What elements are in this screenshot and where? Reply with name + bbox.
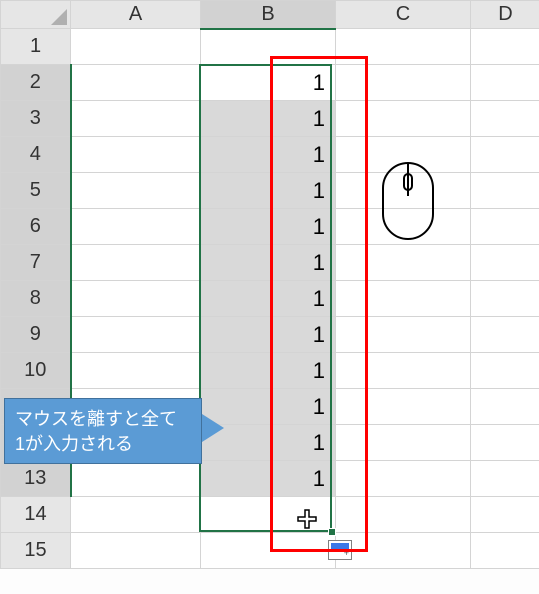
callout-line1: マウスを離すと全て: [15, 409, 177, 429]
cell-b5[interactable]: 1: [201, 173, 336, 209]
cell-d7[interactable]: [471, 245, 539, 281]
cell-c14[interactable]: [336, 497, 471, 533]
row-header-5[interactable]: 5: [1, 173, 71, 209]
cell-b4[interactable]: 1: [201, 137, 336, 173]
cell-a7[interactable]: [71, 245, 201, 281]
cell-d13[interactable]: [471, 461, 539, 497]
cell-d5[interactable]: [471, 173, 539, 209]
cell-b9[interactable]: 1: [201, 317, 336, 353]
cell-b2[interactable]: 1: [201, 65, 336, 101]
cell-value: 1: [201, 142, 325, 168]
row-header-3[interactable]: 3: [1, 101, 71, 137]
cell-d4[interactable]: [471, 137, 539, 173]
cell-c2[interactable]: [336, 65, 471, 101]
cell-c1[interactable]: [336, 29, 471, 65]
annotation-callout: マウスを離すと全て 1が入力される: [4, 398, 202, 464]
cell-d2[interactable]: [471, 65, 539, 101]
select-all-corner[interactable]: [1, 1, 71, 29]
cell-b8[interactable]: 1: [201, 281, 336, 317]
cell-a2[interactable]: [71, 65, 201, 101]
cell-value: 1: [201, 322, 325, 348]
cell-a10[interactable]: [71, 353, 201, 389]
column-header-d[interactable]: D: [471, 1, 539, 29]
autofill-options-button[interactable]: +: [328, 540, 352, 560]
cell-c9[interactable]: [336, 317, 471, 353]
cell-d14[interactable]: [471, 497, 539, 533]
cell-b1[interactable]: [201, 29, 336, 65]
cell-c13[interactable]: [336, 461, 471, 497]
callout-arrow: [202, 414, 224, 442]
cell-c8[interactable]: [336, 281, 471, 317]
cell-b13[interactable]: 1: [201, 461, 336, 497]
row-header-1[interactable]: 1: [1, 29, 71, 65]
cell-value: 1: [201, 178, 325, 204]
cell-d15[interactable]: [471, 533, 539, 569]
cell-b7[interactable]: 1: [201, 245, 336, 281]
cell-b15[interactable]: [201, 533, 336, 569]
fill-handle[interactable]: [328, 528, 336, 536]
cell-c7[interactable]: [336, 245, 471, 281]
row-header-10[interactable]: 10: [1, 353, 71, 389]
cell-a8[interactable]: [71, 281, 201, 317]
cell-a15[interactable]: [71, 533, 201, 569]
cell-c10[interactable]: [336, 353, 471, 389]
column-header-c[interactable]: C: [336, 1, 471, 29]
cell-d11[interactable]: [471, 389, 539, 425]
cell-d10[interactable]: [471, 353, 539, 389]
cell-a13[interactable]: [71, 461, 201, 497]
cell-a5[interactable]: [71, 173, 201, 209]
cell-b14[interactable]: [201, 497, 336, 533]
row-header-13[interactable]: 13: [1, 461, 71, 497]
cell-value: 1: [201, 214, 325, 240]
cell-d9[interactable]: [471, 317, 539, 353]
cell-a9[interactable]: [71, 317, 201, 353]
row-header-9[interactable]: 9: [1, 317, 71, 353]
cell-a4[interactable]: [71, 137, 201, 173]
cell-value: 1: [201, 466, 325, 492]
cell-a1[interactable]: [71, 29, 201, 65]
cell-b10[interactable]: 1: [201, 353, 336, 389]
cell-value: 1: [201, 250, 325, 276]
cell-d1[interactable]: [471, 29, 539, 65]
cell-a14[interactable]: [71, 497, 201, 533]
cell-value: 1: [201, 358, 325, 384]
cell-b3[interactable]: 1: [201, 101, 336, 137]
cell-c3[interactable]: [336, 101, 471, 137]
cell-c12[interactable]: [336, 425, 471, 461]
cell-d8[interactable]: [471, 281, 539, 317]
row-header-6[interactable]: 6: [1, 209, 71, 245]
spreadsheet-grid[interactable]: A B C D 1 21 31 41 51 61 71 81 91 101 11…: [0, 0, 539, 594]
row-header-4[interactable]: 4: [1, 137, 71, 173]
column-header-b[interactable]: B: [201, 1, 336, 29]
cell-d3[interactable]: [471, 101, 539, 137]
cell-a3[interactable]: [71, 101, 201, 137]
cell-value: 1: [201, 106, 325, 132]
row-header-14[interactable]: 14: [1, 497, 71, 533]
row-header-15[interactable]: 15: [1, 533, 71, 569]
row-header-7[interactable]: 7: [1, 245, 71, 281]
callout-line2: 1が入力される: [15, 434, 133, 454]
cell-d6[interactable]: [471, 209, 539, 245]
cell-c11[interactable]: [336, 389, 471, 425]
cell-c15[interactable]: [336, 533, 471, 569]
cell-b6[interactable]: 1: [201, 209, 336, 245]
plus-icon: +: [344, 548, 349, 558]
column-header-a[interactable]: A: [71, 1, 201, 29]
cell-a6[interactable]: [71, 209, 201, 245]
row-header-2[interactable]: 2: [1, 65, 71, 101]
row-header-8[interactable]: 8: [1, 281, 71, 317]
cell-value: 1: [201, 286, 325, 312]
mouse-icon: [378, 158, 438, 244]
cell-d12[interactable]: [471, 425, 539, 461]
cell-value: 1: [201, 70, 325, 96]
